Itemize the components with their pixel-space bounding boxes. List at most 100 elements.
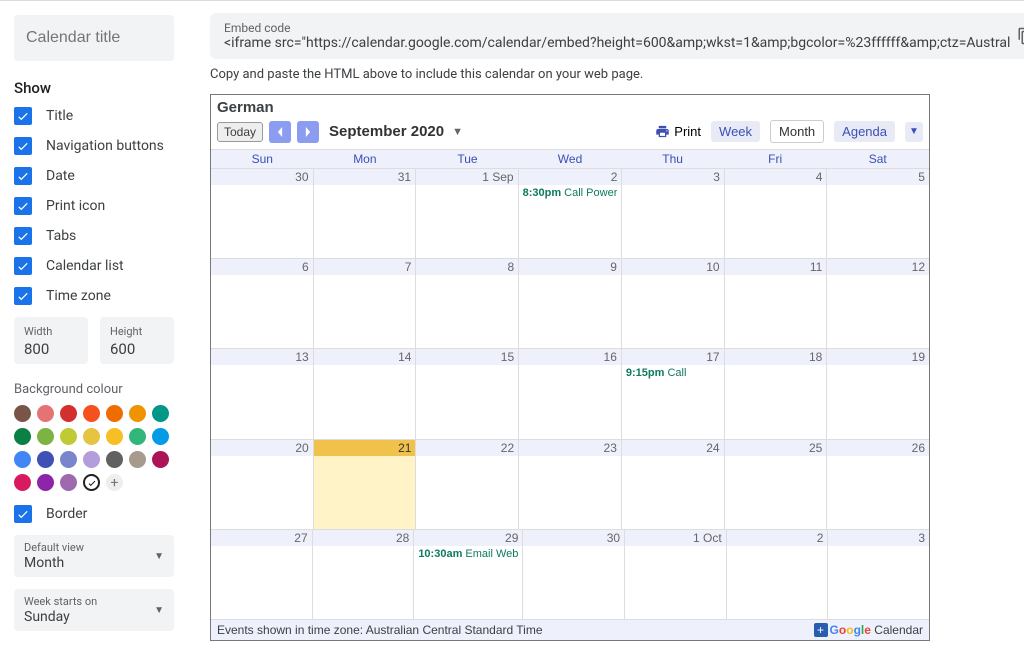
color-swatch[interactable] (152, 405, 169, 422)
add-color-button[interactable]: + (106, 474, 123, 491)
calendar-day[interactable]: 30 (211, 169, 314, 258)
calendar-day[interactable]: 15 (416, 349, 519, 438)
height-input[interactable]: Height 600 (100, 317, 174, 364)
tab-more-button[interactable]: ▼ (905, 122, 923, 142)
calendar-day[interactable]: 1 Sep (416, 169, 519, 258)
default-view-select[interactable]: Default view Month ▼ (14, 535, 174, 577)
color-swatch[interactable] (129, 451, 146, 468)
calendar-day[interactable]: 19 (827, 349, 929, 438)
calendar-day[interactable]: 14 (314, 349, 417, 438)
color-swatch[interactable] (83, 405, 100, 422)
calendar-day[interactable]: 30 (523, 530, 625, 619)
checkbox-navigation-buttons[interactable]: Navigation buttons (14, 137, 174, 155)
calendar-toolbar: Today September 2020 ▼ Print Week Month … (211, 118, 929, 149)
width-input[interactable]: Width 800 (14, 317, 88, 364)
border-label: Border (46, 506, 87, 522)
color-swatch[interactable] (152, 428, 169, 445)
tab-month[interactable]: Month (770, 120, 824, 143)
color-swatch-selected[interactable] (83, 474, 100, 491)
calendar-preview: German Today September 2020 ▼ Print Week… (210, 94, 930, 641)
checkbox-tabs[interactable]: Tabs (14, 227, 174, 245)
checkbox-icon (14, 167, 32, 185)
copy-icon (1017, 27, 1024, 45)
checkbox-date[interactable]: Date (14, 167, 174, 185)
calendar-day[interactable]: 24 (622, 440, 725, 529)
calendar-day[interactable]: 2 (727, 530, 829, 619)
calendar-day[interactable]: 27 (211, 530, 313, 619)
print-button[interactable]: Print (655, 124, 701, 139)
color-swatch[interactable] (14, 474, 31, 491)
checkbox-icon (14, 287, 32, 305)
color-swatch[interactable] (129, 405, 146, 422)
color-swatch[interactable] (60, 428, 77, 445)
color-swatch[interactable] (60, 451, 77, 468)
checkbox-calendar-list[interactable]: Calendar list (14, 257, 174, 275)
calendar-day[interactable]: 4 (725, 169, 828, 258)
color-swatch[interactable] (14, 405, 31, 422)
calendar-day[interactable]: 28:30pm Call Power (519, 169, 623, 258)
tab-week[interactable]: Week (711, 121, 760, 142)
calendar-day[interactable]: 7 (314, 259, 417, 348)
checkbox-print-icon[interactable]: Print icon (14, 197, 174, 215)
embed-code-box[interactable]: Embed code <iframe src="https://calendar… (210, 13, 1024, 59)
checkbox-icon (14, 227, 32, 245)
calendar-day[interactable]: 21 (314, 440, 417, 529)
weekday-header: Mon (314, 150, 417, 168)
checkbox-time-zone[interactable]: Time zone (14, 287, 174, 305)
color-swatch[interactable] (129, 428, 146, 445)
color-swatch[interactable] (106, 428, 123, 445)
calendar-day[interactable]: 26 (827, 440, 929, 529)
color-swatch[interactable] (152, 451, 169, 468)
calendar-day[interactable]: 5 (827, 169, 929, 258)
calendar-day[interactable]: 25 (725, 440, 828, 529)
color-swatch[interactable] (37, 428, 54, 445)
weekday-header: Wed (519, 150, 622, 168)
color-swatch[interactable] (106, 451, 123, 468)
checkbox-title[interactable]: Title (14, 107, 174, 125)
color-swatch[interactable] (60, 405, 77, 422)
color-swatch[interactable] (83, 451, 100, 468)
calendar-day[interactable]: 12 (827, 259, 929, 348)
calendar-event[interactable]: 9:15pm Call (626, 367, 720, 379)
border-checkbox-row[interactable]: Border (14, 505, 174, 523)
prev-button[interactable] (269, 121, 291, 143)
calendar-day[interactable]: 6 (211, 259, 314, 348)
calendar-day[interactable]: 28 (313, 530, 415, 619)
chevron-down-icon[interactable]: ▼ (452, 126, 463, 138)
calendar-day[interactable]: 16 (519, 349, 622, 438)
calendar-event[interactable]: 10:30am Email Web (418, 548, 518, 560)
color-swatch[interactable] (14, 451, 31, 468)
calendar-day[interactable]: 10 (622, 259, 725, 348)
calendar-day[interactable]: 31 (314, 169, 417, 258)
calendar-day[interactable]: 23 (519, 440, 622, 529)
week-starts-select[interactable]: Week starts on Sunday ▼ (14, 589, 174, 631)
color-swatch[interactable] (37, 451, 54, 468)
copy-button[interactable] (1012, 22, 1024, 50)
calendar-day[interactable]: 18 (725, 349, 828, 438)
tab-agenda[interactable]: Agenda (834, 121, 895, 142)
color-swatch[interactable] (37, 474, 54, 491)
calendar-day[interactable]: 179:15pm Call (622, 349, 725, 438)
color-swatch[interactable] (60, 474, 77, 491)
print-icon (655, 124, 670, 139)
color-swatch[interactable] (83, 428, 100, 445)
calendar-day[interactable]: 22 (416, 440, 519, 529)
calendar-day[interactable]: 3 (828, 530, 929, 619)
calendar-day[interactable]: 2910:30am Email Web (414, 530, 523, 619)
color-swatch[interactable] (14, 428, 31, 445)
calendar-day[interactable]: 1 Oct (625, 530, 727, 619)
next-button[interactable] (297, 121, 319, 143)
color-swatch[interactable] (37, 405, 54, 422)
calendar-event[interactable]: 8:30pm Call Power (523, 187, 618, 199)
today-button[interactable]: Today (217, 122, 263, 142)
calendar-day[interactable]: 3 (622, 169, 725, 258)
calendar-day[interactable]: 20 (211, 440, 314, 529)
calendar-day[interactable]: 8 (416, 259, 519, 348)
calendar-title-input[interactable] (14, 15, 174, 61)
calendar-day[interactable]: 9 (519, 259, 622, 348)
calendar-day[interactable]: 11 (725, 259, 828, 348)
show-section-heading: Show (14, 79, 174, 97)
calendar-day[interactable]: 13 (211, 349, 314, 438)
google-calendar-link[interactable]: + Google Calendar (814, 623, 923, 637)
color-swatch[interactable] (106, 405, 123, 422)
